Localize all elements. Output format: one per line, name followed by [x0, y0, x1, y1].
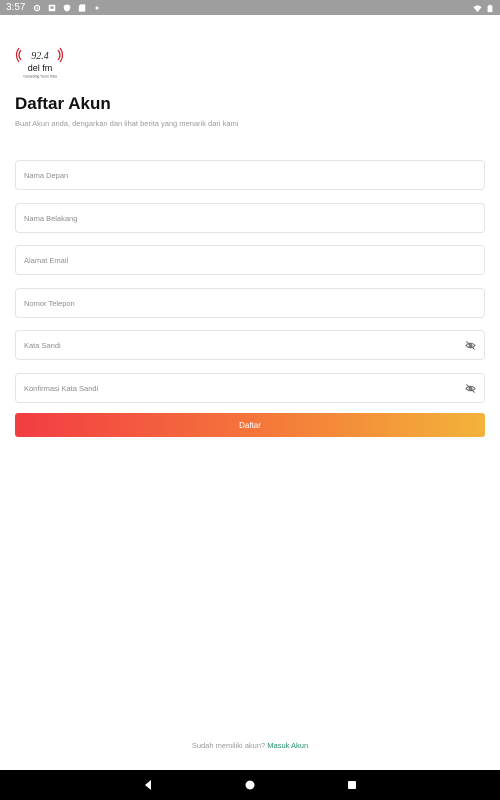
login-link[interactable]: Masuk Akun — [267, 741, 308, 750]
battery-icon — [486, 4, 494, 12]
page-title: Daftar Akun — [15, 94, 111, 113]
notification-icon — [48, 4, 56, 12]
recents-icon[interactable] — [345, 778, 359, 792]
email-field[interactable] — [15, 245, 485, 275]
home-icon[interactable] — [243, 778, 257, 792]
last-name-input[interactable] — [24, 213, 476, 223]
password-field[interactable] — [15, 330, 485, 360]
first-name-field[interactable] — [15, 160, 485, 190]
logo-tagline: Connecting You to Toba — [23, 75, 57, 79]
confirm-password-input[interactable] — [24, 383, 464, 393]
first-name-input[interactable] — [24, 170, 476, 180]
login-prompt: Sudah memiliki akun? Masuk Akun — [0, 741, 500, 750]
confirm-password-field[interactable] — [15, 373, 485, 403]
wifi-icon — [473, 4, 482, 12]
login-question: Sudah memiliki akun? — [191, 741, 266, 750]
page-subtitle: Buat Akun anda, dengarkan dan lihat beri… — [15, 119, 239, 128]
last-name-field[interactable] — [15, 203, 485, 233]
back-icon[interactable] — [141, 778, 155, 792]
logo-name: del fm — [28, 63, 53, 73]
phone-field[interactable] — [15, 288, 485, 318]
settings-icon — [33, 4, 41, 12]
system-nav-bar — [0, 770, 500, 800]
logo-graphic: 92.4 del fm Connecting You to Toba — [15, 47, 64, 79]
sd-card-icon — [78, 3, 86, 12]
eye-off-icon[interactable] — [464, 382, 476, 394]
delfm-logo: 92.4 del fm Connecting You to Toba — [14, 44, 66, 80]
register-button[interactable]: Daftar — [15, 413, 485, 437]
status-time: 3:57 — [6, 2, 26, 13]
shield-icon — [63, 3, 71, 12]
password-input[interactable] — [24, 340, 464, 350]
phone-input[interactable] — [24, 298, 476, 308]
status-bar: 3:57 — [0, 0, 500, 15]
dot-icon — [93, 4, 101, 12]
eye-off-icon[interactable] — [464, 339, 476, 351]
status-icons — [33, 3, 101, 12]
logo-frequency: 92.4 — [31, 51, 49, 62]
email-input[interactable] — [24, 255, 476, 265]
